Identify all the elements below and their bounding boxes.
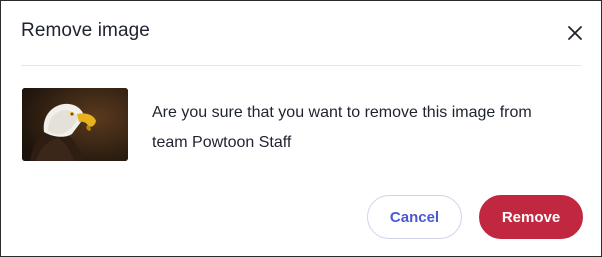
dialog-header: Remove image [1,1,601,65]
header-divider [21,65,582,66]
message-line-1: Are you sure that you want to remove thi… [152,104,532,121]
close-icon[interactable] [564,22,586,44]
remove-image-dialog: Remove image Are you sure that you want … [0,0,602,257]
eagle-image-thumbnail [22,88,128,161]
message-line-2: team Powtoon Staff [152,134,292,151]
cancel-button[interactable]: Cancel [367,195,462,239]
confirmation-message: Are you sure that you want to remove thi… [152,98,572,158]
remove-button[interactable]: Remove [479,195,583,239]
dialog-title: Remove image [21,20,150,41]
